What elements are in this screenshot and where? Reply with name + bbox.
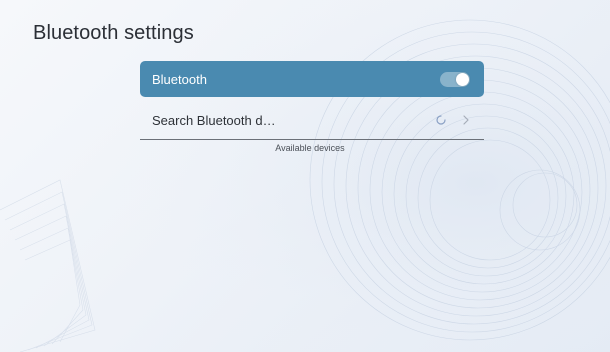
available-devices-caption: Available devices	[275, 143, 345, 153]
chevron-right-icon	[463, 115, 469, 125]
background-art	[0, 0, 610, 352]
search-devices-row[interactable]: Search Bluetooth d…	[140, 101, 484, 139]
settings-list: Bluetooth Search Bluetooth d… Available …	[140, 61, 484, 153]
search-row-label: Search Bluetooth d…	[152, 112, 276, 128]
section-divider	[140, 139, 484, 140]
bluetooth-row-label: Bluetooth	[152, 71, 207, 87]
toggle-knob	[456, 72, 469, 86]
toggle-switch-icon[interactable]	[440, 71, 470, 87]
bluetooth-toggle-row[interactable]: Bluetooth	[140, 61, 484, 97]
page-title: Bluetooth settings	[33, 22, 194, 44]
loading-spinner-icon	[436, 115, 446, 125]
